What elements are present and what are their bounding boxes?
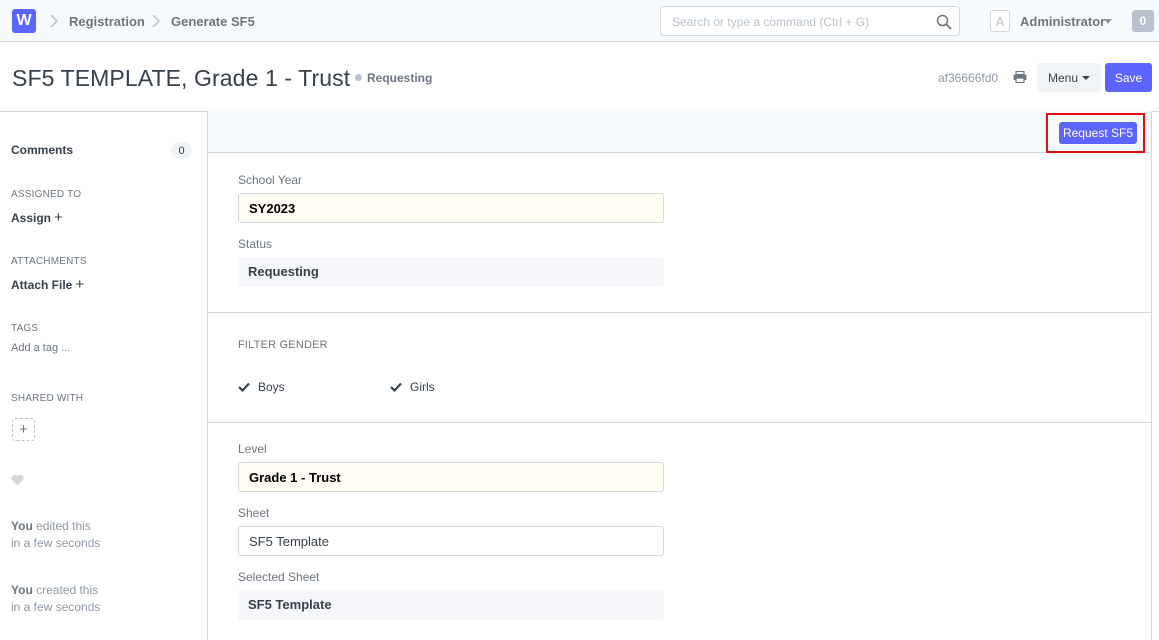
status-indicator: Requesting [355, 71, 432, 85]
plus-icon: + [54, 209, 63, 226]
level-label: Level [238, 442, 267, 456]
app-logo[interactable]: W [12, 9, 36, 33]
activity-item: You edited this in a few seconds [11, 518, 100, 552]
save-button[interactable]: Save [1105, 63, 1152, 92]
chevron-right-icon [50, 14, 59, 28]
attach-file-button[interactable]: Attach File + [11, 276, 84, 293]
selected-sheet-field: SF5 Template [238, 590, 664, 620]
status-dot [355, 74, 362, 81]
search-placeholder: Search or type a command (Ctrl + G) [672, 15, 870, 29]
status-text: Requesting [367, 71, 433, 85]
section-divider [208, 422, 1151, 423]
activity-action: edited this [32, 519, 91, 533]
activity-user: You [11, 519, 33, 533]
activity-user: You [11, 583, 33, 597]
search-input[interactable]: Search or type a command (Ctrl + G) [660, 6, 960, 36]
notifications-badge[interactable]: 0 [1132, 10, 1154, 32]
filter-gender-heading: FILTER GENDER [238, 339, 328, 351]
activity-time: in a few seconds [11, 536, 101, 550]
girls-label: Girls [410, 380, 435, 394]
add-tag-link[interactable]: Add a tag ... [11, 342, 70, 354]
plus-icon: + [75, 276, 85, 293]
document-name: af36666fd0 [938, 71, 999, 85]
chevron-right-icon [152, 14, 161, 28]
request-sf5-button[interactable]: Request SF5 [1059, 122, 1137, 144]
assigned-to-heading: ASSIGNED TO [11, 189, 82, 200]
assign-button[interactable]: Assign + [11, 209, 63, 226]
caret-down-icon [1082, 75, 1091, 80]
navbar: W Registration Generate SF5 Search or ty… [0, 0, 1159, 42]
level-field[interactable]: Grade 1 - Trust [238, 462, 664, 492]
check-icon [390, 382, 402, 392]
avatar[interactable]: A [990, 10, 1010, 32]
print-icon[interactable] [1013, 71, 1027, 83]
form-toolbar: Request SF5 [208, 111, 1151, 153]
form-layout: Request SF5 School Year SY2023 Status Re… [207, 111, 1152, 640]
menu-button[interactable]: Menu [1037, 63, 1101, 92]
school-year-field[interactable]: SY2023 [238, 193, 664, 223]
menu-button-label: Menu [1047, 70, 1079, 85]
breadcrumb-registration[interactable]: Registration [69, 14, 145, 29]
user-menu[interactable]: Administrator [1020, 14, 1105, 29]
check-icon [238, 382, 250, 392]
attach-file-label: Attach File [11, 278, 73, 292]
boys-label: Boys [258, 380, 285, 394]
activity-item: You created this in a few seconds [11, 582, 100, 616]
share-add-button[interactable]: + [12, 418, 35, 441]
tags-heading: TAGS [11, 323, 39, 334]
sheet-label: Sheet [238, 506, 270, 520]
boys-checkbox[interactable]: Boys [238, 380, 285, 394]
sheet-field[interactable]: SF5 Template [238, 526, 664, 556]
girls-checkbox[interactable]: Girls [390, 380, 435, 394]
selected-sheet-label: Selected Sheet [238, 570, 320, 584]
attachments-heading: ATTACHMENTS [11, 256, 87, 267]
comments-link[interactable]: Comments [11, 143, 73, 157]
status-field: Requesting [238, 257, 664, 287]
comments-count-badge: 0 [171, 142, 192, 159]
activity-action: created this [32, 583, 99, 597]
search-icon[interactable] [935, 13, 953, 31]
caret-down-icon[interactable] [1104, 19, 1112, 24]
breadcrumb-generate-sf5[interactable]: Generate SF5 [171, 14, 255, 29]
section-divider [208, 312, 1151, 313]
shared-with-heading: SHARED WITH [11, 393, 84, 404]
assign-label: Assign [11, 211, 52, 225]
activity-time: in a few seconds [11, 600, 101, 614]
heart-icon[interactable] [11, 474, 24, 486]
page-title: SF5 TEMPLATE, Grade 1 - Trust [12, 65, 351, 91]
status-label: Status [238, 237, 273, 251]
school-year-label: School Year [238, 173, 303, 187]
